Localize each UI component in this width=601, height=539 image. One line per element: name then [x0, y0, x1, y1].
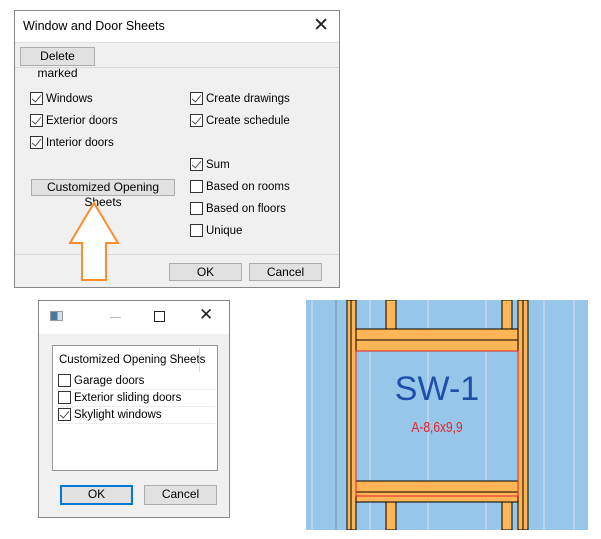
checkbox-windows[interactable]: Windows	[30, 92, 93, 105]
checkbox-skylight-windows[interactable]: Skylight windows	[58, 408, 162, 421]
cancel-button[interactable]: Cancel	[144, 485, 217, 505]
checkbox-box[interactable]	[190, 180, 203, 193]
minimize-icon[interactable]	[110, 317, 121, 318]
options-list: Customized Opening Sheets Garage doors E…	[52, 345, 218, 471]
checkbox-box[interactable]	[190, 114, 203, 127]
checkbox-exterior-sliding-doors[interactable]: Exterior sliding doors	[58, 391, 181, 404]
checkbox-box[interactable]	[190, 92, 203, 105]
ok-button[interactable]: OK	[60, 485, 133, 505]
checkbox-box[interactable]	[30, 114, 43, 127]
app-icon	[50, 311, 63, 321]
window-size-label: A-8,6x9,9	[411, 419, 462, 436]
delete-marked-button[interactable]: Delete marked	[20, 47, 95, 80]
header-divider	[199, 348, 200, 372]
checkbox-sum[interactable]: Sum	[190, 158, 230, 171]
dialog-title: Window and Door Sheets	[23, 19, 165, 33]
checkbox-garage-doors[interactable]: Garage doors	[58, 374, 144, 387]
title-bar: ✕	[39, 301, 229, 334]
row-divider	[55, 389, 215, 390]
window-framing-drawing: SW-1 A-8,6x9,9	[306, 300, 588, 530]
checkbox-based-on-rooms[interactable]: Based on rooms	[190, 180, 290, 193]
checkbox-box[interactable]	[58, 408, 71, 421]
checkbox-exterior-doors[interactable]: Exterior doors	[30, 114, 118, 127]
list-header: Customized Opening Sheets	[59, 354, 206, 366]
window-mark: SW-1	[395, 370, 479, 408]
customized-opening-sheets-dialog: ✕ Customized Opening Sheets Garage doors…	[38, 300, 230, 518]
checkbox-create-schedule[interactable]: Create schedule	[190, 114, 290, 127]
maximize-icon[interactable]	[154, 311, 165, 322]
checkbox-box[interactable]	[190, 158, 203, 171]
row-divider	[55, 406, 215, 407]
ok-button[interactable]: OK	[169, 263, 242, 281]
up-arrow-icon	[68, 201, 120, 281]
close-icon[interactable]: ✕	[313, 14, 329, 37]
customized-opening-sheets-button[interactable]: Customized Opening Sheets	[31, 179, 175, 209]
checkbox-box[interactable]	[30, 136, 43, 149]
checkbox-box[interactable]	[58, 391, 71, 404]
row-divider	[55, 423, 215, 424]
checkbox-box[interactable]	[58, 374, 71, 387]
cancel-button[interactable]: Cancel	[249, 263, 322, 281]
title-bar: Window and Door Sheets ✕	[15, 11, 339, 43]
checkbox-interior-doors[interactable]: Interior doors	[30, 136, 114, 149]
checkbox-based-on-floors[interactable]: Based on floors	[190, 202, 286, 215]
checkbox-create-drawings[interactable]: Create drawings	[190, 92, 290, 105]
checkbox-unique[interactable]: Unique	[190, 224, 242, 237]
checkbox-box[interactable]	[190, 202, 203, 215]
divider	[15, 67, 339, 68]
checkbox-box[interactable]	[190, 224, 203, 237]
close-icon[interactable]: ✕	[199, 305, 213, 325]
checkbox-box[interactable]	[30, 92, 43, 105]
